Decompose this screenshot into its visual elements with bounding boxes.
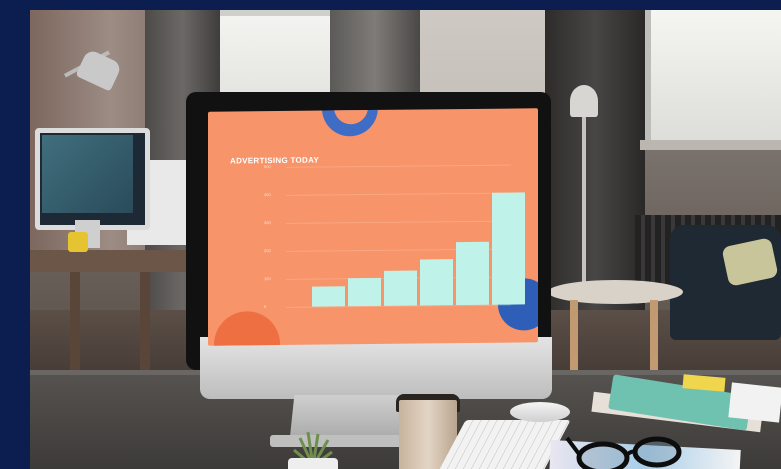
office-photo: ADVERTISING TODAY 0 100 200 300 400 500 bbox=[30, 10, 781, 469]
plant-pot bbox=[288, 458, 338, 469]
chart-bar bbox=[492, 192, 525, 305]
y-tick-label: 100 bbox=[264, 276, 271, 282]
background-monitor-screen bbox=[42, 135, 133, 213]
chart-bar bbox=[384, 270, 417, 306]
floor-lamp-pole bbox=[582, 115, 586, 295]
y-tick-label: 400 bbox=[264, 192, 271, 198]
round-side-table bbox=[548, 280, 683, 304]
bar-chart: 0 100 200 300 400 500 bbox=[208, 108, 538, 345]
table-leg bbox=[570, 300, 578, 370]
imac-screen: ADVERTISING TODAY 0 100 200 300 400 500 bbox=[208, 108, 538, 346]
floor-lamp-shade bbox=[570, 85, 598, 117]
back-desk bbox=[30, 250, 195, 272]
window-sill bbox=[640, 140, 781, 150]
chart-bar bbox=[456, 241, 489, 306]
gridline bbox=[286, 220, 511, 224]
chart-bar bbox=[312, 286, 345, 307]
paper-sheet bbox=[728, 382, 781, 423]
window-right bbox=[645, 10, 781, 145]
gridline bbox=[286, 164, 511, 168]
chart-bar bbox=[348, 277, 381, 307]
table-leg bbox=[650, 300, 658, 370]
yellow-mug bbox=[68, 232, 88, 252]
eyeglasses bbox=[565, 428, 685, 469]
mouse bbox=[510, 402, 570, 422]
y-tick-label: 0 bbox=[264, 304, 267, 310]
gridline bbox=[286, 192, 511, 196]
chart-bar bbox=[420, 258, 453, 306]
y-tick-label: 500 bbox=[264, 164, 271, 170]
y-tick-label: 200 bbox=[264, 248, 271, 254]
imac-chin bbox=[200, 337, 552, 399]
y-tick-label: 300 bbox=[264, 220, 271, 226]
